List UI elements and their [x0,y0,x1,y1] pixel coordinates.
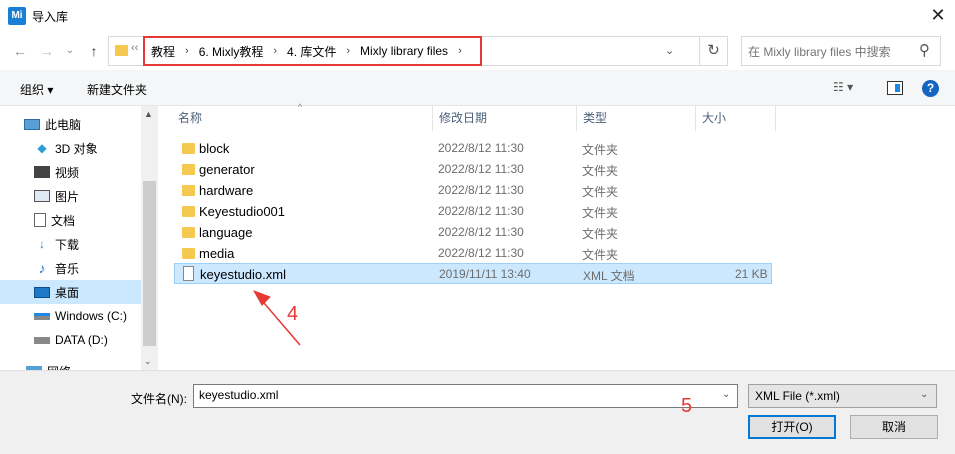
filetype-dropdown-icon[interactable]: ⌄ [920,389,928,400]
filename-label: 文件名(N): [131,392,187,406]
annotation-step-5: 5 [681,395,693,417]
dialog-footer: 文件名(N): keyestudio.xml ⌄ XML File (*.xml… [0,370,955,454]
filetype-select[interactable]: XML File (*.xml) [748,384,937,408]
annotation-step-4: 4 [287,303,299,325]
open-button[interactable]: 打开(O) [748,415,836,439]
filename-field[interactable]: keyestudio.xml [193,384,738,408]
cancel-button[interactable]: 取消 [850,415,938,439]
filename-dropdown-icon[interactable]: ⌄ [722,389,730,400]
